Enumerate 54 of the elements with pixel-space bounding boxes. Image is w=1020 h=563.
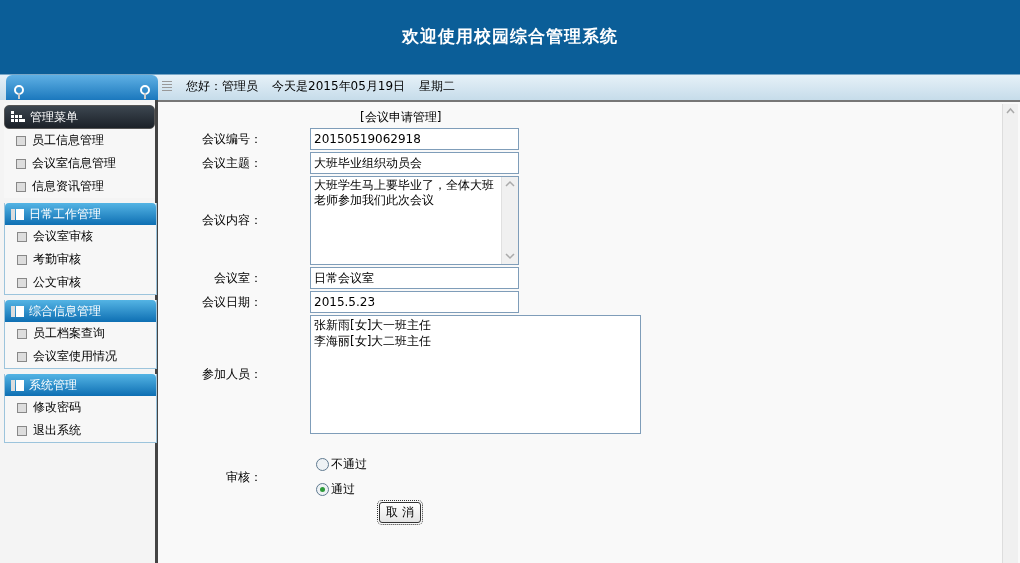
menu-item[interactable]: 信息资讯管理 <box>4 175 155 198</box>
input-field[interactable]: 2015.5.23 <box>310 291 519 313</box>
text-area[interactable]: 大班学生马上要毕业了，全体大班老师参加我们此次会议 <box>310 176 519 265</box>
panel-icon <box>11 379 24 391</box>
panel-icon <box>11 208 24 220</box>
greeting-text: 您好：管理员 <box>186 77 258 95</box>
radio-button[interactable] <box>316 483 329 496</box>
input-field[interactable]: 大班毕业组织动员会 <box>310 152 519 174</box>
menu-item[interactable]: 修改密码 <box>5 396 156 419</box>
radio-button[interactable] <box>316 458 329 471</box>
input-field[interactable]: 20150519062918 <box>310 128 519 150</box>
page-icon <box>17 351 27 362</box>
cancel-button[interactable]: 取 消 <box>379 502 421 523</box>
page-icon <box>17 277 27 288</box>
scrollbar[interactable] <box>1002 104 1018 563</box>
field-label: 审核： <box>225 468 262 486</box>
grid-icon <box>11 111 25 123</box>
menu-item[interactable]: 员工档案查询 <box>5 322 156 345</box>
menu-item[interactable]: 公文审核 <box>5 271 156 294</box>
form-title: [会议申请管理] <box>360 108 442 126</box>
radio-label[interactable]: 通过 <box>331 481 355 498</box>
page-icon <box>16 135 26 146</box>
menu-item[interactable]: 退出系统 <box>5 419 156 442</box>
list-box[interactable]: 张新雨[女]大一班主任 李海丽[女]大二班主任 <box>310 315 641 434</box>
section-title: 管理菜单 <box>30 108 78 126</box>
page-icon <box>17 402 27 413</box>
page-icon <box>16 181 26 192</box>
field-label: 会议编号： <box>201 130 262 148</box>
input-field[interactable]: 日常会议室 <box>310 267 519 289</box>
menu-item[interactable]: 会议室审核 <box>5 225 156 248</box>
menu-item[interactable]: 员工信息管理 <box>4 129 155 152</box>
page-icon <box>17 254 27 265</box>
section-title: 综合信息管理 <box>29 302 101 320</box>
menu-item[interactable]: 考勤审核 <box>5 248 156 271</box>
field-label: 会议主题： <box>201 154 262 172</box>
page-title: 欢迎使用校园综合管理系统 <box>402 24 618 48</box>
field-label: 会议内容： <box>201 212 262 229</box>
page-icon <box>16 158 26 169</box>
list-item[interactable]: 李海丽[女]大二班主任 <box>314 333 640 349</box>
menu-item[interactable]: 会议室信息管理 <box>4 152 155 175</box>
list-item[interactable]: 张新雨[女]大一班主任 <box>314 317 640 333</box>
section-title: 日常工作管理 <box>29 205 101 223</box>
field-label: 参加人员： <box>201 366 262 383</box>
field-label: 会议室： <box>213 269 262 287</box>
field-label: 会议日期： <box>201 293 262 311</box>
page-icon <box>17 328 27 339</box>
page-icon <box>17 231 27 242</box>
menu-item[interactable]: 会议室使用情况 <box>5 345 156 368</box>
radio-label[interactable]: 不通过 <box>331 456 367 473</box>
page-icon <box>17 425 27 436</box>
section-title: 系统管理 <box>29 376 77 394</box>
date-text: 今天是2015年05月19日 <box>272 77 406 95</box>
weekday-text: 星期二 <box>419 77 456 95</box>
panel-icon <box>11 305 24 317</box>
